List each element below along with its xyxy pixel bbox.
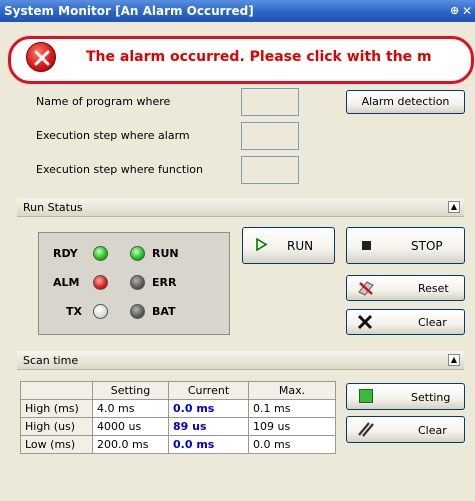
column-header: Max. — [248, 381, 336, 400]
max-cell: 0.1 ms — [248, 399, 336, 418]
tx-led-icon — [93, 304, 108, 319]
program-name-label: Name of program where — [36, 95, 171, 108]
collapse-icon[interactable]: ▲ — [448, 354, 460, 366]
max-cell: 0.0 ms — [248, 435, 336, 454]
setting-cell: 200.0 ms — [92, 435, 169, 454]
run-status-title: Run Status — [23, 201, 83, 214]
current-cell: 89 us — [168, 417, 249, 436]
reset-button-label: Reset — [418, 282, 449, 295]
clear-x-icon — [357, 314, 373, 333]
max-cell: 109 us — [248, 417, 336, 436]
program-name-field — [241, 88, 299, 116]
eraser-red-icon — [357, 280, 375, 299]
scan-time-title: Scan time — [23, 354, 79, 367]
clear-status-label: Clear — [418, 316, 447, 329]
title-bar: System Monitor [An Alarm Occurred] ⊕ ✕ — [0, 0, 475, 22]
row-name: High (ms) — [20, 399, 93, 418]
err-led-icon — [130, 275, 145, 290]
stop-icon — [362, 241, 371, 250]
alarm-message[interactable]: The alarm occurred. Please click with th… — [86, 49, 471, 69]
run-led-icon — [130, 246, 145, 261]
setting-icon — [359, 389, 373, 403]
row-name: Low (ms) — [20, 435, 93, 454]
led-panel: RDY RUN ALM ERR TX BAT — [38, 232, 230, 335]
clear-scan-button[interactable]: Clear — [346, 416, 465, 443]
scan-time-header[interactable]: Scan time ▲ — [17, 351, 464, 370]
clear-scan-label: Clear — [418, 424, 447, 437]
error-icon — [26, 42, 56, 72]
alarm-step-field — [241, 122, 299, 150]
stop-button[interactable]: STOP — [346, 227, 465, 264]
clear-status-button[interactable]: Clear — [346, 309, 465, 335]
column-header: Current — [168, 381, 249, 400]
alarm-detection-button[interactable]: Alarm detection — [346, 90, 465, 114]
table-row: Low (ms) 200.0 ms 0.0 ms 0.0 ms — [20, 435, 336, 454]
led-label-run: RUN — [152, 247, 179, 260]
setting-button-label: Setting — [411, 391, 451, 404]
table-row: High (ms) 4.0 ms 0.0 ms 0.1 ms — [20, 399, 336, 418]
led-label-tx: TX — [66, 305, 82, 318]
pin-icon[interactable]: ⊕ — [450, 0, 459, 22]
stop-button-label: STOP — [411, 239, 443, 253]
table-row: High (us) 4000 us 89 us 109 us — [20, 417, 336, 436]
rdy-led-icon — [93, 246, 108, 261]
current-cell: 0.0 ms — [168, 435, 249, 454]
run-button-label: RUN — [287, 239, 314, 253]
window-title: System Monitor [An Alarm Occurred] — [4, 4, 254, 18]
close-icon[interactable]: ✕ — [462, 0, 472, 22]
setting-cell: 4.0 ms — [92, 399, 169, 418]
function-step-field — [241, 156, 299, 184]
alm-led-icon — [93, 275, 108, 290]
led-label-err: ERR — [152, 276, 177, 289]
column-header: Setting — [92, 381, 169, 400]
led-label-bat: BAT — [152, 305, 176, 318]
column-header — [20, 381, 93, 400]
alarm-step-label: Execution step where alarm — [36, 129, 190, 142]
led-label-rdy: RDY — [53, 247, 78, 260]
setting-button[interactable]: Setting — [346, 383, 465, 410]
run-button[interactable]: RUN — [242, 227, 335, 264]
play-icon — [255, 237, 268, 254]
reset-button[interactable]: Reset — [346, 275, 465, 301]
led-label-alm: ALM — [53, 276, 80, 289]
row-name: High (us) — [20, 417, 93, 436]
current-cell: 0.0 ms — [168, 399, 249, 418]
scan-time-table: Setting Current Max. High (ms) 4.0 ms 0.… — [20, 381, 336, 454]
bat-led-icon — [130, 304, 145, 319]
table-header-row: Setting Current Max. — [20, 381, 336, 400]
setting-cell: 4000 us — [92, 417, 169, 436]
function-step-label: Execution step where function — [36, 163, 203, 176]
eraser-icon — [357, 421, 375, 440]
run-status-header[interactable]: Run Status ▲ — [17, 198, 464, 217]
collapse-icon[interactable]: ▲ — [448, 201, 460, 213]
